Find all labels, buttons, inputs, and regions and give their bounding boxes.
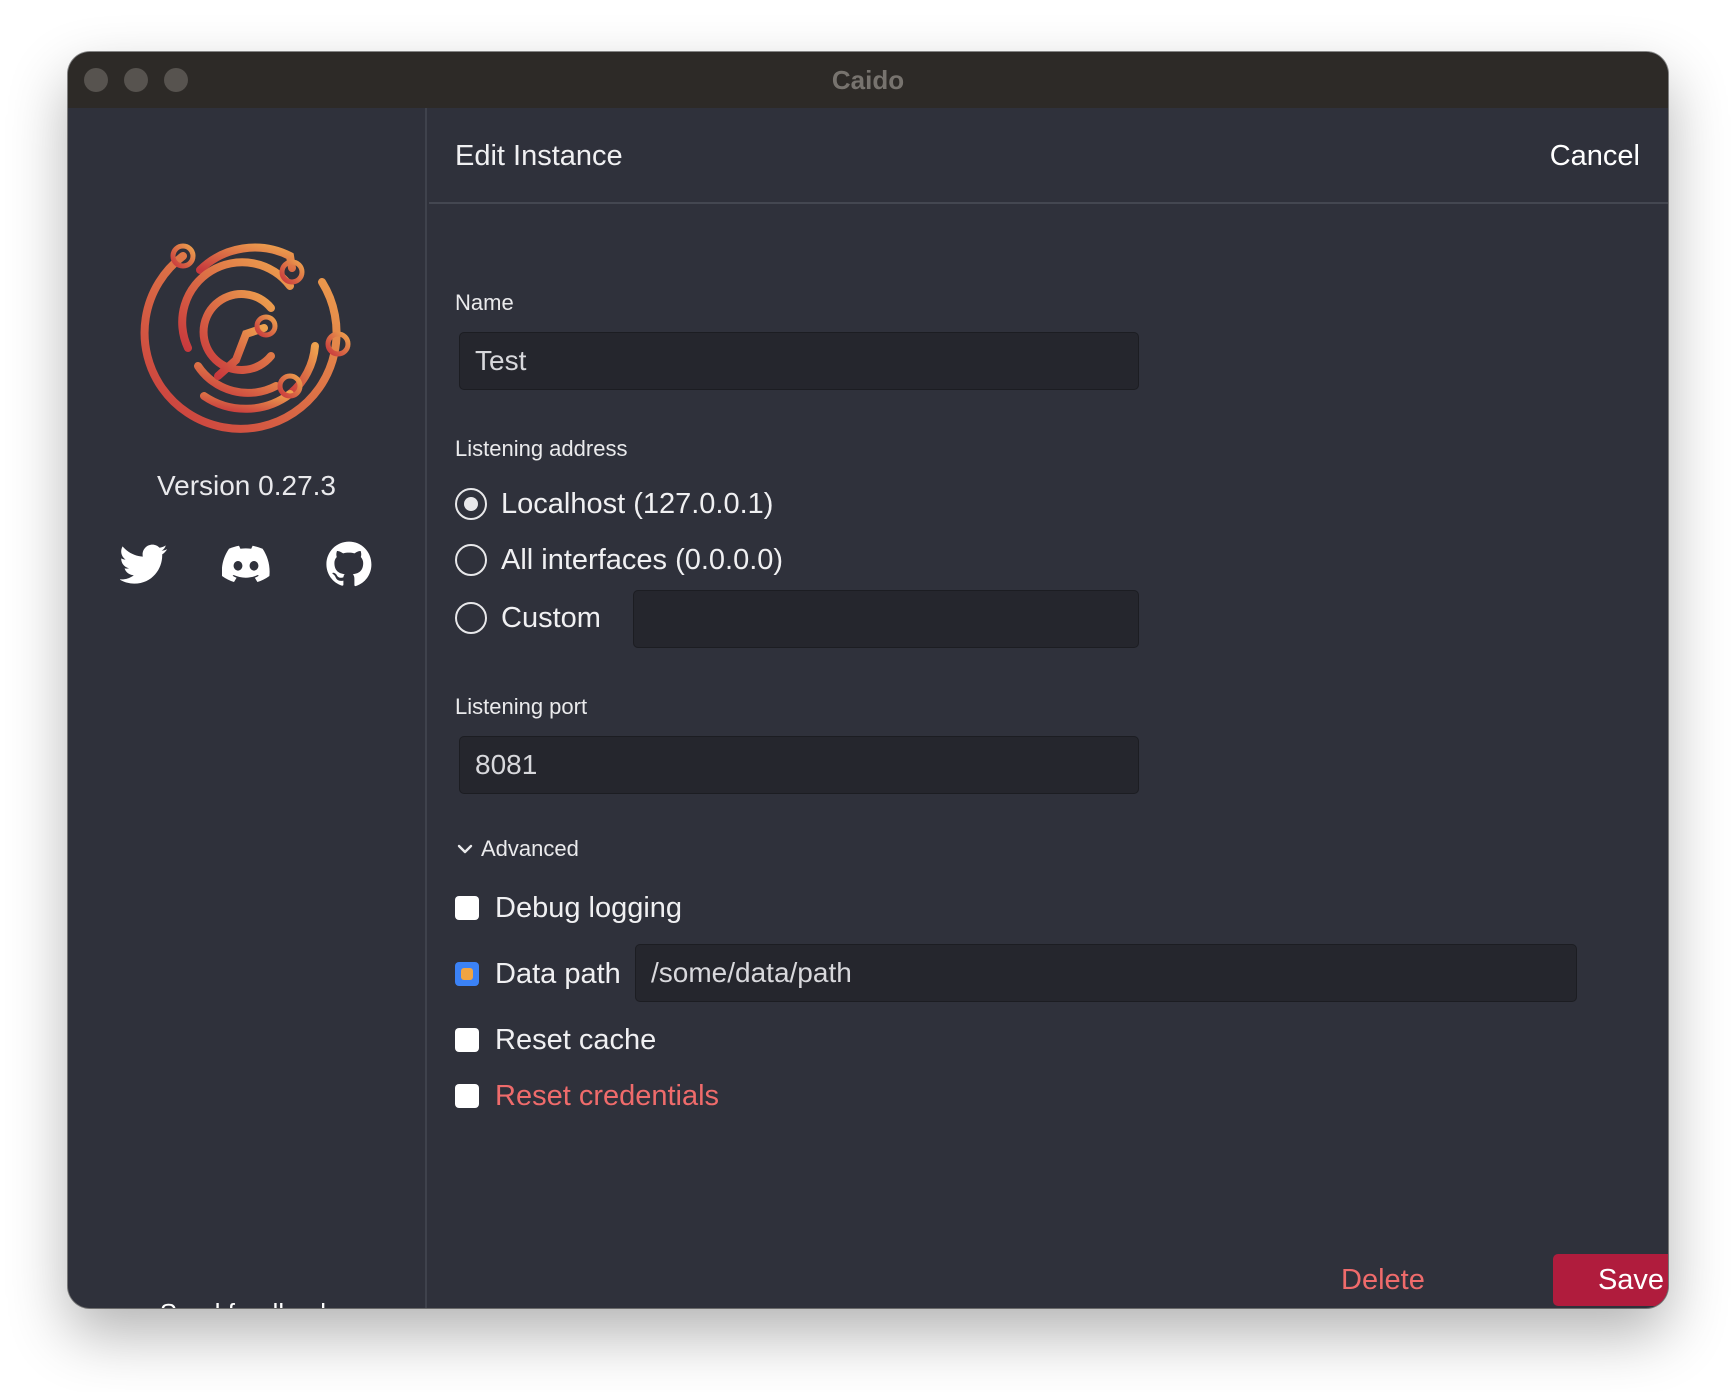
radio-custom-indicator[interactable] [455, 602, 487, 634]
custom-address-input[interactable] [633, 590, 1139, 648]
name-input[interactable] [459, 332, 1139, 390]
data-path-option[interactable]: Data path [455, 956, 621, 992]
save-button[interactable]: Save [1553, 1254, 1668, 1306]
send-feedback-link[interactable]: Send feedback [68, 1298, 425, 1308]
radio-localhost-indicator[interactable] [455, 488, 487, 520]
page-title: Edit Instance [455, 140, 623, 172]
listening-address-label: Listening address [455, 436, 628, 461]
radio-localhost[interactable]: Localhost (127.0.0.1) [455, 486, 773, 522]
reset-cache-checkbox[interactable] [455, 1028, 479, 1052]
listening-port-label: Listening port [455, 694, 588, 719]
reset-cache-label: Reset cache [495, 1023, 657, 1056]
advanced-toggle[interactable]: Advanced [455, 836, 579, 862]
page-header: Edit Instance Cancel [429, 108, 1668, 204]
radio-custom[interactable]: Custom [455, 600, 601, 636]
data-path-input[interactable] [635, 944, 1577, 1002]
delete-button[interactable]: Delete [1341, 1264, 1425, 1297]
name-label: Name [455, 290, 514, 315]
sidebar: Version 0.27.3 Send feedback [68, 108, 427, 1308]
debug-logging-label: Debug logging [495, 891, 683, 924]
github-icon[interactable] [325, 540, 373, 588]
title-bar: Caido [68, 52, 1668, 108]
reset-credentials-label: Reset credentials [495, 1079, 720, 1112]
advanced-label: Advanced [481, 836, 579, 861]
debug-logging-option[interactable]: Debug logging [455, 890, 682, 926]
reset-credentials-option[interactable]: Reset credentials [455, 1078, 719, 1114]
radio-all-interfaces-label: All interfaces (0.0.0.0) [501, 543, 784, 576]
radio-localhost-label: Localhost (127.0.0.1) [501, 487, 774, 520]
data-path-checkbox[interactable] [455, 962, 479, 986]
reset-cache-option[interactable]: Reset cache [455, 1022, 656, 1058]
window-title: Caido [831, 65, 905, 95]
twitter-icon[interactable] [120, 540, 168, 588]
main-panel: Edit Instance Cancel Name Listening addr… [429, 108, 1668, 1308]
data-path-label: Data path [495, 957, 621, 990]
radio-all-interfaces[interactable]: All interfaces (0.0.0.0) [455, 542, 783, 578]
listening-port-input[interactable] [459, 736, 1139, 794]
chevron-down-icon [457, 844, 473, 854]
version-label: Version 0.27.3 [156, 470, 337, 501]
reset-credentials-checkbox[interactable] [455, 1084, 479, 1108]
app-window: Caido Version 0.27.3 Edit Instance Cance… [68, 52, 1668, 1308]
radio-custom-label: Custom [501, 601, 601, 634]
radio-all-interfaces-indicator[interactable] [455, 544, 487, 576]
debug-logging-checkbox[interactable] [455, 896, 479, 920]
cancel-button[interactable]: Cancel [1550, 140, 1640, 173]
discord-icon[interactable] [222, 540, 270, 588]
caido-logo-icon [140, 243, 351, 433]
